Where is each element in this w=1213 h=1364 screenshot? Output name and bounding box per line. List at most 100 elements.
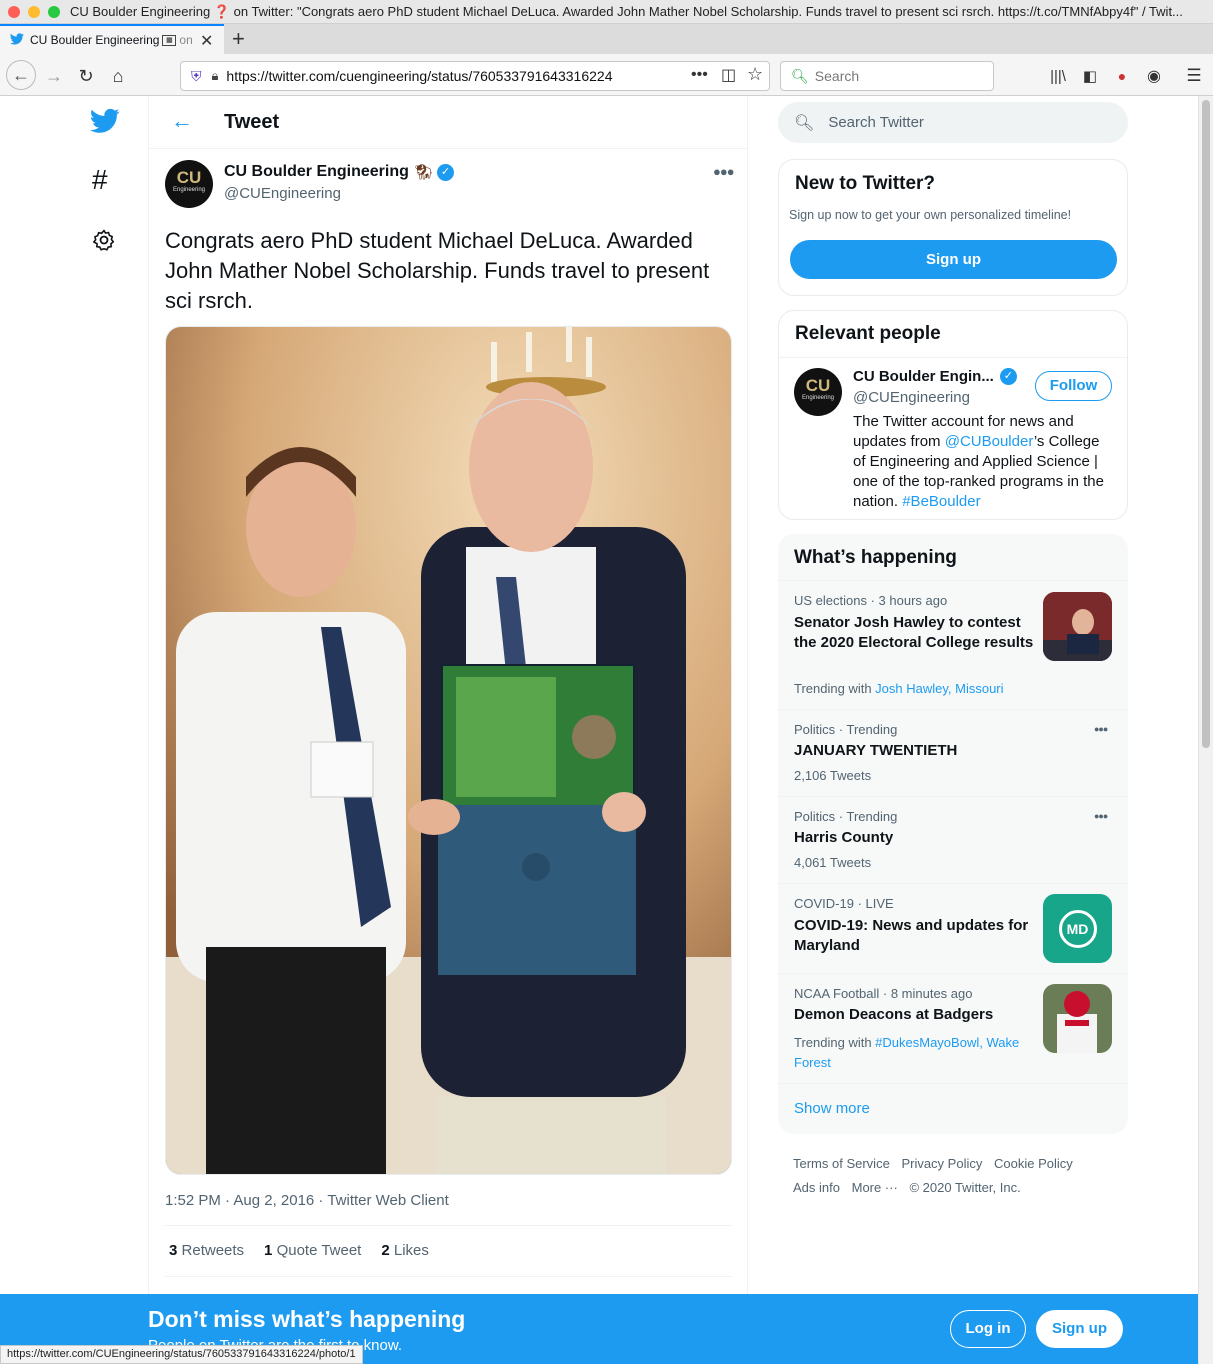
trend-item[interactable]: COVID-19 · LIVE COVID-19: News and updat… (778, 883, 1128, 973)
new-tab-button[interactable]: + (232, 26, 245, 52)
tweet-timestamp[interactable]: 1:52 PM · Aug 2, 2016 · Twitter Web Clie… (165, 1192, 449, 1209)
show-more-link[interactable]: Show more (794, 1100, 870, 1117)
trend-title: Harris County (794, 829, 894, 846)
twitter-left-nav: # (80, 96, 148, 1296)
avatar-logo: CU (176, 168, 202, 187)
author-name[interactable]: CU Boulder Engineering (224, 163, 409, 181)
divider (779, 357, 1127, 358)
trend-item[interactable]: Politics · Trending Harris County 4,061 … (778, 796, 1128, 883)
bio-mention-link[interactable]: @CUBoulder (945, 433, 1034, 450)
footer-more-link[interactable]: More ··· (852, 1180, 898, 1195)
pocket-icon[interactable]: ◫ (721, 65, 736, 85)
tweet-header: ← Tweet (149, 96, 747, 149)
trend-context-links[interactable]: Josh Hawley, Missouri (875, 681, 1003, 696)
retweets-stat[interactable]: 3 Retweets (169, 1242, 244, 1259)
footer-privacy-link[interactable]: Privacy Policy (901, 1156, 982, 1171)
scrollbar-thumb[interactable] (1202, 100, 1210, 748)
footer-links: Terms of Service Privacy Policy Cookie P… (793, 1152, 1113, 1200)
footer-cookie-link[interactable]: Cookie Policy (994, 1156, 1073, 1171)
back-arrow-icon[interactable]: ← (171, 108, 193, 134)
trend-thumbnail: MD (1043, 894, 1112, 963)
browser-tab[interactable]: CU Boulder Engineering ▦ on ✕ (0, 24, 224, 54)
sidebar-toggle-icon[interactable]: ◧ (1078, 64, 1102, 88)
account-icon[interactable]: ◉ (1142, 64, 1166, 88)
menu-icon[interactable]: ☰ (1182, 64, 1206, 88)
banner-login-button[interactable]: Log in (950, 1310, 1026, 1348)
forward-button[interactable]: → (42, 64, 66, 88)
tab-close-icon[interactable]: ✕ (200, 31, 213, 51)
library-icon[interactable]: |||\ (1046, 64, 1070, 88)
trend-thumbnail (1043, 984, 1112, 1053)
navigation-bar: ← → ↻ ⌂ ⛨ 🔒︎ https://twitter.com/cuengin… (0, 54, 1213, 96)
trend-item[interactable]: NCAA Football · 8 minutes ago Demon Deac… (778, 973, 1128, 1083)
new-to-twitter-title: New to Twitter? (795, 173, 936, 194)
lock-icon: 🔒︎ (211, 68, 219, 83)
author-handle[interactable]: @CUEngineering (224, 185, 341, 202)
whats-happening-title: What’s happening (794, 547, 957, 568)
footer-terms-link[interactable]: Terms of Service (793, 1156, 890, 1171)
browser-search-input[interactable]: 🔍︎ Search (780, 61, 994, 91)
bookmark-star-icon[interactable]: ☆ (747, 64, 763, 85)
trend-context: Trending with Josh Hawley, Missouri (794, 681, 1004, 696)
person-avatar[interactable]: CU Engineering (794, 368, 842, 416)
bio-hashtag-link[interactable]: #BeBoulder (902, 493, 980, 510)
bison-emoji-icon: 🦬︎ (413, 164, 433, 181)
md-badge: MD (1058, 909, 1097, 948)
likes-label: Likes (393, 1242, 429, 1259)
trend-more-icon[interactable]: ●●● (1094, 811, 1108, 821)
back-button[interactable]: ← (6, 60, 36, 90)
tweet-more-icon[interactable]: ●●● (713, 164, 735, 179)
explore-hashtag-icon[interactable]: # (92, 164, 108, 196)
author-name-row: CU Boulder Engineering 🦬︎ ✓ (224, 163, 454, 181)
settings-gear-icon[interactable] (92, 228, 116, 257)
search-icon: 🔍︎ (794, 114, 815, 132)
relevant-people-card: Relevant people CU Engineering CU Boulde… (778, 310, 1128, 520)
page-scrollbar[interactable] (1198, 96, 1213, 1364)
trend-more-icon[interactable]: ●●● (1094, 724, 1108, 734)
person-name-row: CU Boulder Engin... ✓ (853, 368, 1017, 385)
tweet-photo[interactable] (165, 326, 732, 1175)
search-engine-icon: 🔍︎ (791, 67, 809, 84)
url-bar[interactable]: ⛨ 🔒︎ https://twitter.com/cuengineering/s… (180, 61, 770, 91)
divider (165, 1276, 732, 1277)
browser-search-placeholder: Search (814, 68, 860, 84)
reload-icon[interactable]: ↻ (74, 64, 98, 88)
trend-item[interactable]: Politics · Trending JANUARY TWENTIETH 2,… (778, 709, 1128, 796)
person-name[interactable]: CU Boulder Engin... (853, 368, 994, 385)
footer-ads-link[interactable]: Ads info (793, 1180, 840, 1195)
status-bar: https://twitter.com/CUEngineering/status… (0, 1345, 363, 1364)
quotes-count: 1 (264, 1242, 273, 1259)
retweets-label: Retweets (181, 1242, 245, 1259)
trend-item[interactable]: US elections · 3 hours ago Senator Josh … (778, 580, 1128, 709)
person-avatar-caption: Engineering (801, 395, 835, 401)
person-handle[interactable]: @CUEngineering (853, 389, 970, 406)
trend-title: Demon Deacons at Badgers (794, 1006, 994, 1023)
trend-context-label: Trending with (794, 1035, 876, 1050)
trend-thumbnail (1043, 592, 1112, 661)
close-window-button[interactable] (8, 5, 20, 18)
url-text[interactable]: https://twitter.com/cuengineering/status… (226, 68, 612, 84)
likes-stat[interactable]: 2 Likes (381, 1242, 429, 1259)
trend-meta: NCAA Football · 8 minutes ago (794, 986, 973, 1001)
show-more-row[interactable]: Show more (778, 1083, 1128, 1134)
trend-title: JANUARY TWENTIETH (794, 742, 958, 759)
home-icon[interactable]: ⌂ (106, 64, 130, 88)
banner-signup-button[interactable]: Sign up (1036, 1310, 1123, 1348)
tracking-shield-icon[interactable]: ⛨ (191, 68, 202, 85)
extension-icon[interactable]: ● (1110, 64, 1134, 88)
twitter-logo-icon[interactable] (90, 108, 120, 139)
sidebar-signup-button[interactable]: Sign up (790, 240, 1117, 279)
verified-badge-icon: ✓ (436, 163, 454, 181)
maximize-window-button[interactable] (48, 5, 60, 18)
page-title: Tweet (224, 111, 280, 133)
trend-meta: US elections · 3 hours ago (794, 593, 948, 608)
minimize-window-button[interactable] (28, 5, 40, 18)
trend-count: 2,106 Tweets (794, 768, 872, 783)
follow-button[interactable]: Follow (1035, 371, 1112, 401)
twitter-search-input[interactable]: 🔍︎ Search Twitter (778, 102, 1128, 143)
trend-count: 4,061 Tweets (794, 855, 872, 870)
page-actions-icon[interactable]: ••• (691, 66, 708, 84)
person-bio: The Twitter account for news and updates… (853, 412, 1115, 512)
author-avatar[interactable]: CU Engineering (165, 160, 213, 208)
quote-tweets-stat[interactable]: 1 Quote Tweet (264, 1242, 361, 1259)
